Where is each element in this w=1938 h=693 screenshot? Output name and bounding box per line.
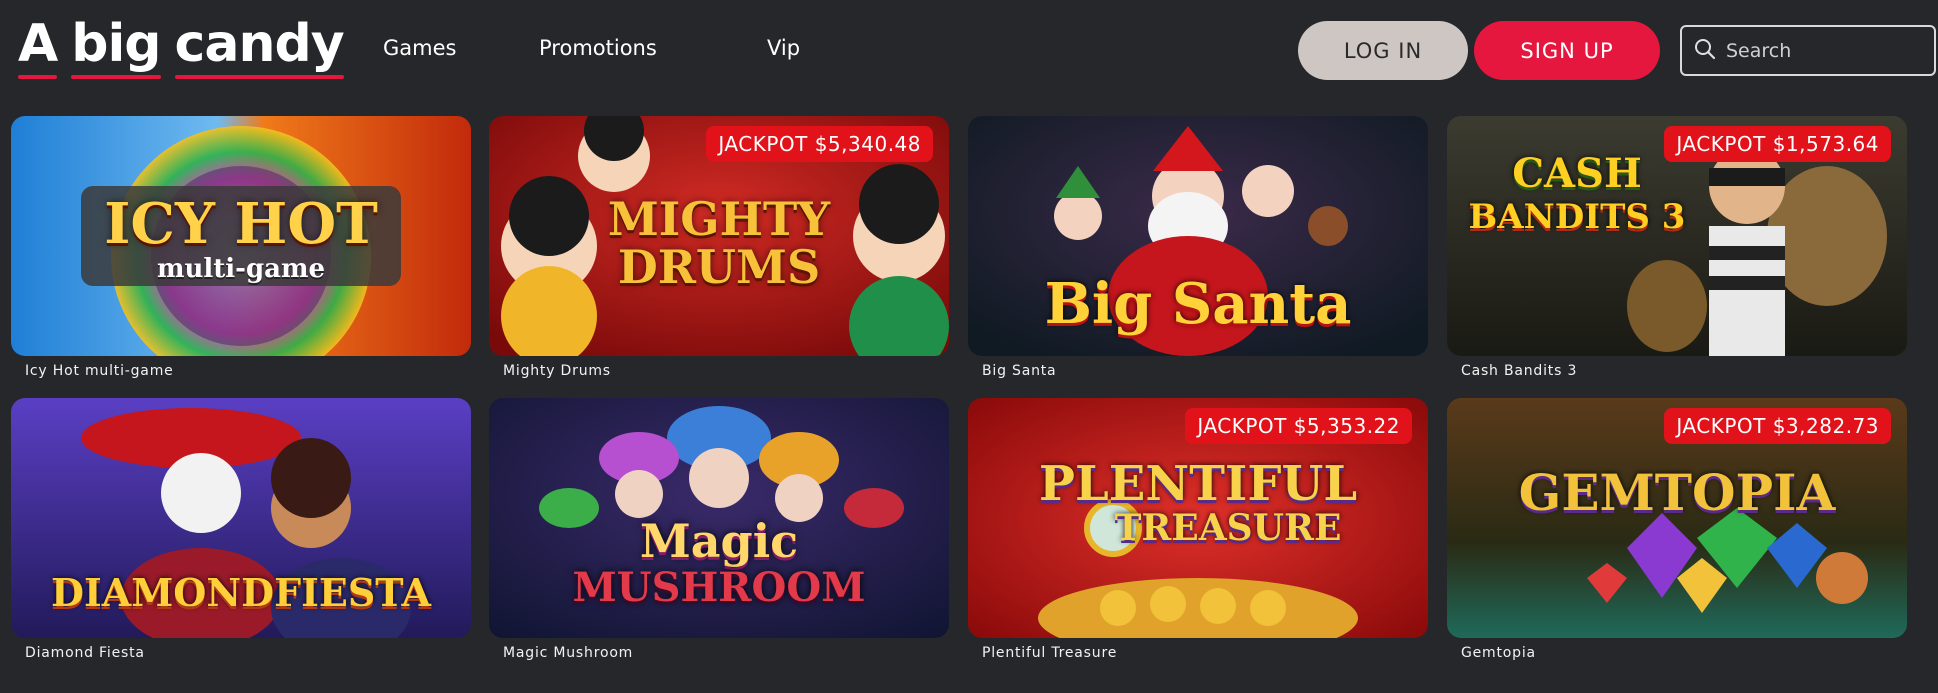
game-thumbnail[interactable]: MIGHTY DRUMS JACKPOT $5,340.48 <box>489 116 949 356</box>
game-card-big-santa[interactable]: Big Santa Big Santa <box>968 116 1428 379</box>
game-art-subtitle: TREASURE <box>1114 507 1342 549</box>
game-art-subtitle: multi-game <box>156 254 326 284</box>
game-thumbnail[interactable]: CASH BANDITS 3 JACKPOT $1,573.64 <box>1447 116 1907 356</box>
jackpot-badge: JACKPOT $1,573.64 <box>1664 126 1891 162</box>
game-art-title: DIAMONDFIESTA <box>51 570 431 615</box>
game-name: Gemtopia <box>1461 645 1536 661</box>
game-thumbnail[interactable]: Magic MUSHROOM <box>489 398 949 638</box>
game-name: Mighty Drums <box>503 363 611 379</box>
game-art-title: PLENTIFUL <box>1038 456 1358 512</box>
nav-vip[interactable]: Vip <box>767 36 800 60</box>
game-art-title: ICY HOT <box>104 191 378 257</box>
game-art-subtitle: MUSHROOM <box>572 564 866 611</box>
game-art-subtitle: DRUMS <box>617 240 821 294</box>
game-thumbnail[interactable]: GEMTOPIA JACKPOT $3,282.73 <box>1447 398 1907 638</box>
game-thumbnail[interactable]: PLENTIFUL TREASURE JACKPOT $5,353.22 <box>968 398 1428 638</box>
game-card-icy-hot[interactable]: ICY HOT multi-game Icy Hot multi-game <box>11 116 471 379</box>
game-name: Plentiful Treasure <box>982 645 1118 661</box>
jackpot-badge: JACKPOT $5,353.22 <box>1185 408 1412 444</box>
game-art-title: Magic <box>639 514 799 568</box>
game-name: Magic Mushroom <box>503 645 634 661</box>
game-name: Icy Hot multi-game <box>25 363 174 379</box>
game-art-subtitle: BANDITS 3 <box>1468 197 1686 237</box>
jackpot-badge: JACKPOT $5,340.48 <box>706 126 933 162</box>
search-box[interactable] <box>1680 25 1936 76</box>
search-input[interactable] <box>1726 39 1926 62</box>
logo-word-candy: candy <box>174 14 345 79</box>
game-card-mighty-drums[interactable]: MIGHTY DRUMS JACKPOT $5,340.48 Mighty Dr… <box>489 116 949 379</box>
site-header: A big candy Games Promotions Vip LOG IN … <box>0 0 1938 104</box>
game-card-cash-bandits-3[interactable]: CASH BANDITS 3 JACKPOT $1,573.64 Cash Ba… <box>1447 116 1907 379</box>
login-button[interactable]: LOG IN <box>1298 21 1468 80</box>
game-card-diamond-fiesta[interactable]: DIAMONDFIESTA Diamond Fiesta <box>11 398 471 661</box>
game-name: Diamond Fiesta <box>25 645 145 661</box>
jackpot-badge: JACKPOT $3,282.73 <box>1664 408 1891 444</box>
game-name: Big Santa <box>982 363 1057 379</box>
game-thumbnail[interactable]: DIAMONDFIESTA <box>11 398 471 638</box>
logo-word-a: A <box>18 14 58 79</box>
game-thumbnail[interactable]: Big Santa <box>968 116 1428 356</box>
signup-button[interactable]: SIGN UP <box>1474 21 1660 80</box>
nav-games[interactable]: Games <box>383 36 456 60</box>
game-name: Cash Bandits 3 <box>1461 363 1578 379</box>
search-icon <box>1694 38 1716 64</box>
nav-promotions[interactable]: Promotions <box>539 36 657 60</box>
game-art-title: MIGHTY <box>607 192 831 246</box>
game-card-gemtopia[interactable]: GEMTOPIA JACKPOT $3,282.73 Gemtopia <box>1447 398 1907 661</box>
site-logo[interactable]: A big candy <box>18 14 345 84</box>
game-card-magic-mushroom[interactable]: Magic MUSHROOM Magic Mushroom <box>489 398 949 661</box>
logo-word-big: big <box>71 14 162 79</box>
game-art-title: Big Santa <box>1044 271 1352 337</box>
game-thumbnail[interactable]: ICY HOT multi-game <box>11 116 471 356</box>
game-art-title: GEMTOPIA <box>1518 463 1836 522</box>
game-card-plentiful-treasure[interactable]: PLENTIFUL TREASURE JACKPOT $5,353.22 Ple… <box>968 398 1428 661</box>
